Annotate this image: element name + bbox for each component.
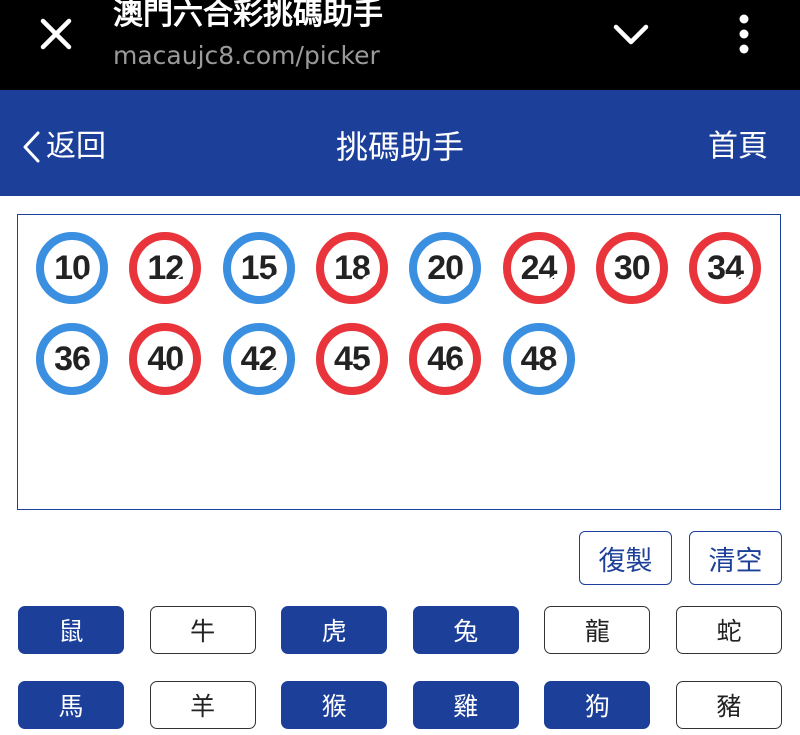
more-vertical-icon[interactable] xyxy=(730,14,758,54)
zodiac-button[interactable]: 羊 xyxy=(149,681,256,729)
number-ball[interactable]: 24 xyxy=(502,232,575,304)
zodiac-button[interactable]: 狗 xyxy=(544,681,651,729)
number-ball[interactable]: 20 xyxy=(409,232,482,304)
browser-toolbar: 澳門六合彩挑碼助手 macaujc8.com/picker xyxy=(0,0,800,90)
number-ball[interactable]: 10 xyxy=(36,232,108,304)
zodiac-button[interactable]: 鼠 xyxy=(18,606,124,654)
app-header: 返回 挑碼助手 首頁 xyxy=(0,90,800,196)
number-ball[interactable]: 30 xyxy=(595,232,668,304)
number-ball[interactable]: 40 xyxy=(129,323,202,395)
selected-numbers-panel: 10 12 15 18 20 24 30 34 36 40 42 45 46 48 xyxy=(17,214,781,510)
number-ball[interactable]: 42 xyxy=(222,323,295,395)
zodiac-button[interactable]: 兔 xyxy=(412,606,519,654)
chevron-down-icon[interactable] xyxy=(612,22,650,48)
number-ball[interactable]: 15 xyxy=(222,232,295,304)
number-ball[interactable]: 34 xyxy=(689,232,762,304)
zodiac-button[interactable]: 龍 xyxy=(544,606,651,654)
copy-button[interactable]: 復製 xyxy=(579,531,672,585)
number-ball[interactable]: 36 xyxy=(36,323,108,395)
number-ball[interactable]: 48 xyxy=(502,323,575,395)
browser-url[interactable]: macaujc8.com/picker xyxy=(113,40,380,72)
zodiac-button[interactable]: 豬 xyxy=(676,681,782,729)
zodiac-button[interactable]: 牛 xyxy=(149,606,256,654)
zodiac-button[interactable]: 雞 xyxy=(412,681,519,729)
clear-button[interactable]: 清空 xyxy=(689,531,782,585)
browser-page-title: 澳門六合彩挑碼助手 xyxy=(113,0,383,32)
close-icon[interactable] xyxy=(38,16,74,52)
page-title: 挑碼助手 xyxy=(335,128,464,166)
home-link[interactable]: 首頁 xyxy=(708,127,768,167)
number-ball[interactable]: 12 xyxy=(129,232,202,304)
zodiac-button[interactable]: 虎 xyxy=(281,606,388,654)
number-ball[interactable]: 46 xyxy=(409,323,482,395)
number-ball[interactable]: 18 xyxy=(315,232,388,304)
zodiac-button[interactable]: 馬 xyxy=(18,681,124,729)
zodiac-button[interactable]: 猴 xyxy=(281,681,388,729)
number-ball[interactable]: 45 xyxy=(315,323,388,395)
zodiac-button[interactable]: 蛇 xyxy=(676,606,782,654)
